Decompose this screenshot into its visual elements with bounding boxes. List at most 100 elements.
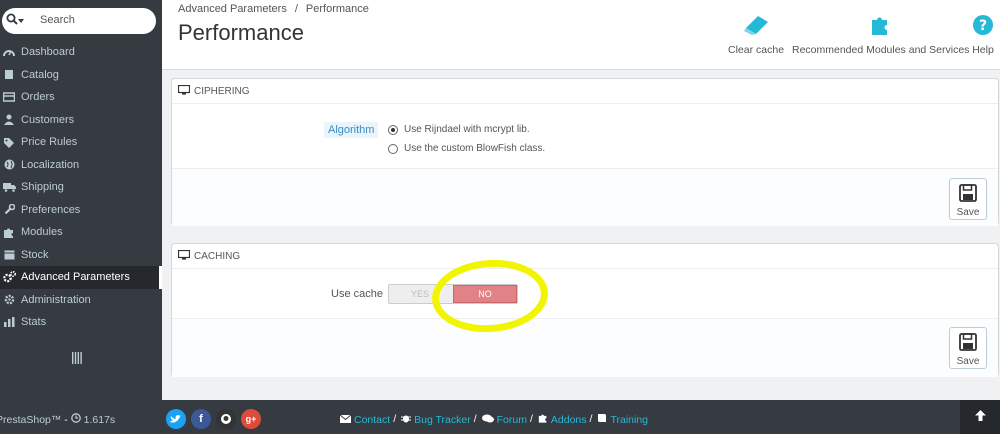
breadcrumb-separator: / — [294, 3, 298, 15]
breadcrumb-item[interactable]: Advanced Parameters — [178, 3, 287, 15]
search-dropdown-caret-icon[interactable] — [18, 19, 24, 23]
caching-panel-heading: CACHING — [172, 244, 998, 269]
floppy-disk-icon — [950, 333, 986, 354]
sidebar-item-modules[interactable]: Modules — [0, 221, 162, 244]
sidebar-item-label: Catalog — [21, 68, 59, 81]
sidebar-item-label: Preferences — [21, 203, 81, 216]
help-icon: ? — [972, 14, 994, 38]
collapse-sidebar-icon[interactable] — [72, 352, 82, 367]
sidebar-item-orders[interactable]: Orders — [0, 86, 162, 109]
breadcrumb-item: Performance — [305, 3, 369, 15]
recommended-modules-button[interactable]: Recommended Modules and Services — [792, 14, 969, 56]
breadcrumb: Advanced Parameters / Performance — [178, 3, 369, 15]
save-button[interactable]: Save — [949, 327, 987, 369]
panel-title: CACHING — [194, 250, 241, 262]
sidebar-item-label: Modules — [21, 226, 63, 239]
cogs-icon — [0, 270, 18, 284]
puzzle-icon — [792, 14, 969, 38]
use-cache-label: Use cache — [331, 288, 383, 300]
sidebar-item-preferences[interactable]: Preferences — [0, 199, 162, 222]
page-header: Advanced Parameters / Performance Performa… — [162, 0, 1000, 70]
sidebar-item-label: Customers — [21, 113, 75, 126]
stock-icon — [0, 248, 18, 262]
desktop-icon — [177, 84, 191, 98]
book-icon — [597, 413, 607, 426]
arrow-up-icon — [974, 410, 986, 424]
panel-title: CIPHERING — [194, 85, 250, 97]
sidebar-item-price-rules[interactable]: Price Rules — [0, 131, 162, 154]
sidebar-item-administration[interactable]: Administration — [0, 289, 162, 312]
sidebar-item-label: Price Rules — [21, 136, 78, 149]
footer-link-label: Contact — [354, 413, 391, 426]
footer-link-separator: / — [589, 413, 593, 425]
twitter-icon[interactable] — [166, 409, 186, 429]
truck-icon — [0, 180, 18, 194]
radio-blowfish[interactable]: Use the custom BlowFish class. — [388, 143, 545, 154]
footer-brand: PrestaShop™ - 1.617s — [0, 413, 115, 426]
facebook-icon[interactable]: f — [191, 409, 211, 429]
footer-link-label: Bug Tracker — [414, 413, 471, 426]
footer-link-training[interactable]: Training — [597, 413, 648, 426]
envelope-icon — [339, 414, 352, 426]
clear-cache-button[interactable]: Clear cache — [728, 14, 784, 56]
algorithm-label: Algorithm — [324, 122, 379, 138]
comments-icon — [481, 414, 494, 426]
search-input[interactable]: Search — [2, 8, 156, 34]
clear-cache-label: Clear cache — [728, 44, 785, 56]
footer-link-label: Forum — [496, 413, 527, 426]
footer-link-bug-tracker[interactable]: Bug Tracker — [401, 413, 471, 426]
page-footer: PrestaShop™ - 1.617s f g+ Contact / Bug T… — [0, 400, 1000, 434]
dashboard-icon — [0, 45, 18, 59]
price-rules-icon — [0, 135, 18, 149]
customers-icon — [0, 113, 18, 127]
search-icon[interactable] — [6, 13, 18, 30]
recommended-modules-label: Recommended Modules and Services — [792, 44, 970, 56]
sidebar-item-advanced-parameters[interactable]: Advanced Parameters — [0, 266, 162, 289]
sidebar-item-label: Stock — [21, 248, 49, 261]
ciphering-panel-heading: CIPHERING — [172, 79, 998, 104]
google-plus-icon[interactable]: g+ — [241, 409, 261, 429]
sidebar: Search Dashboard Catalog Orders Customer… — [0, 0, 162, 400]
clock-icon — [70, 413, 81, 426]
help-button[interactable]: ? Help — [972, 14, 994, 56]
radio-button[interactable] — [388, 143, 398, 154]
puzzle-icon — [538, 413, 548, 426]
wrench-icon — [0, 203, 18, 217]
sidebar-item-label: Dashboard — [21, 46, 75, 59]
sidebar-menu: Dashboard Catalog Orders Customers Price… — [0, 41, 162, 334]
gear-icon — [0, 293, 18, 307]
help-label: Help — [972, 44, 994, 56]
sidebar-item-label: Orders — [21, 91, 55, 104]
ciphering-panel: CIPHERING Algorithm Use Rijndael with mc… — [171, 78, 999, 226]
puzzle-icon — [0, 225, 18, 239]
save-button[interactable]: Save — [949, 178, 987, 220]
footer-link-contact[interactable]: Contact — [339, 413, 391, 426]
footer-link-label: Addons — [550, 413, 587, 426]
sidebar-item-label: Advanced Parameters — [21, 271, 130, 284]
github-icon[interactable] — [216, 409, 236, 429]
bug-icon — [401, 413, 412, 426]
orders-icon — [0, 90, 18, 104]
sidebar-item-stats[interactable]: Stats — [0, 311, 162, 334]
footer-link-separator: / — [529, 413, 533, 425]
footer-link-forum[interactable]: Forum — [481, 413, 527, 426]
footer-link-addons[interactable]: Addons — [538, 413, 587, 426]
save-label: Save — [956, 356, 980, 367]
radio-label: Use the custom BlowFish class. — [404, 143, 546, 154]
sidebar-item-stock[interactable]: Stock — [0, 244, 162, 267]
radio-rijndael[interactable]: Use Rijndael with mcrypt lib. — [388, 124, 530, 135]
sidebar-item-shipping[interactable]: Shipping — [0, 176, 162, 199]
radio-button-checked[interactable] — [388, 124, 398, 135]
sidebar-item-localization[interactable]: Localization — [0, 154, 162, 177]
load-time: 1.617s — [83, 414, 116, 426]
sidebar-item-dashboard[interactable]: Dashboard — [0, 41, 162, 64]
sidebar-item-catalog[interactable]: Catalog — [0, 64, 162, 87]
svg-text:?: ? — [979, 18, 987, 34]
eraser-icon — [728, 14, 784, 38]
scroll-to-top-button[interactable] — [960, 400, 1000, 434]
page-title: Performance — [178, 20, 304, 45]
stats-icon — [0, 315, 18, 329]
sidebar-item-customers[interactable]: Customers — [0, 109, 162, 132]
sidebar-item-label: Localization — [21, 158, 80, 171]
desktop-icon — [177, 249, 191, 263]
